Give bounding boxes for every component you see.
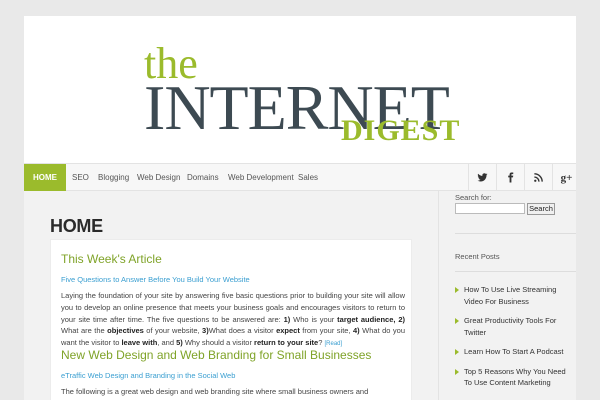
- nav-item-domains[interactable]: Domains: [181, 164, 225, 191]
- main-content: HOME This Week's Article Five Questions …: [24, 191, 438, 400]
- site-logo[interactable]: the INTERNET DIGEST: [24, 16, 576, 163]
- article-box: This Week's Article Five Questions to An…: [50, 239, 412, 400]
- sidebar: Search for: Search Recent Posts How To U…: [438, 191, 576, 400]
- sidebar-divider: [455, 271, 576, 272]
- nav-item-seo[interactable]: SEO: [66, 164, 95, 191]
- article-excerpt: Laying the foundation of your site by an…: [61, 291, 406, 348]
- section-heading-weekly: This Week's Article: [61, 252, 162, 266]
- recent-post-item[interactable]: Top 5 Reasons Why You Need To Use Conten…: [455, 366, 573, 389]
- recent-post-item[interactable]: Learn How To Start A Podcast: [455, 346, 573, 358]
- nav-item-web-design[interactable]: Web Design: [131, 164, 186, 191]
- search-label: Search for:: [455, 193, 492, 202]
- google-plus-icon[interactable]: g+: [552, 164, 576, 191]
- section-heading-web-design: New Web Design and Web Branding for Smal…: [61, 348, 372, 362]
- recent-posts-title: Recent Posts: [455, 252, 500, 261]
- nav-item-blogging[interactable]: Blogging: [92, 164, 135, 191]
- nav-item-sales[interactable]: Sales: [292, 164, 324, 191]
- article-link-etraffic[interactable]: eTraffic Web Design and Branding in the …: [61, 371, 235, 380]
- recent-posts-list: How To Use Live Streaming Video For Busi…: [455, 284, 573, 397]
- recent-post-item[interactable]: Great Productivity Tools For Twitter: [455, 315, 573, 338]
- twitter-icon[interactable]: [468, 164, 496, 191]
- page-title: HOME: [50, 216, 103, 236]
- article-link-five-questions[interactable]: Five Questions to Answer Before You Buil…: [61, 275, 250, 284]
- facebook-icon[interactable]: [496, 164, 524, 191]
- sidebar-divider: [455, 233, 576, 234]
- recent-post-item[interactable]: How To Use Live Streaming Video For Busi…: [455, 284, 573, 307]
- nav-item-web-development[interactable]: Web Development: [222, 164, 300, 191]
- rss-icon[interactable]: [524, 164, 552, 191]
- search-button[interactable]: Search: [527, 203, 555, 215]
- search-input[interactable]: [455, 203, 525, 214]
- page: the INTERNET DIGEST HOME SEO Blogging We…: [24, 16, 576, 400]
- article-excerpt-2: The following is a great web design and …: [61, 387, 369, 396]
- nav-item-home[interactable]: HOME: [24, 164, 66, 191]
- read-more-link[interactable]: [Read]: [324, 341, 342, 347]
- main-nav: HOME SEO Blogging Web Design Domains Web…: [24, 163, 576, 191]
- logo-digest: DIGEST: [341, 114, 461, 147]
